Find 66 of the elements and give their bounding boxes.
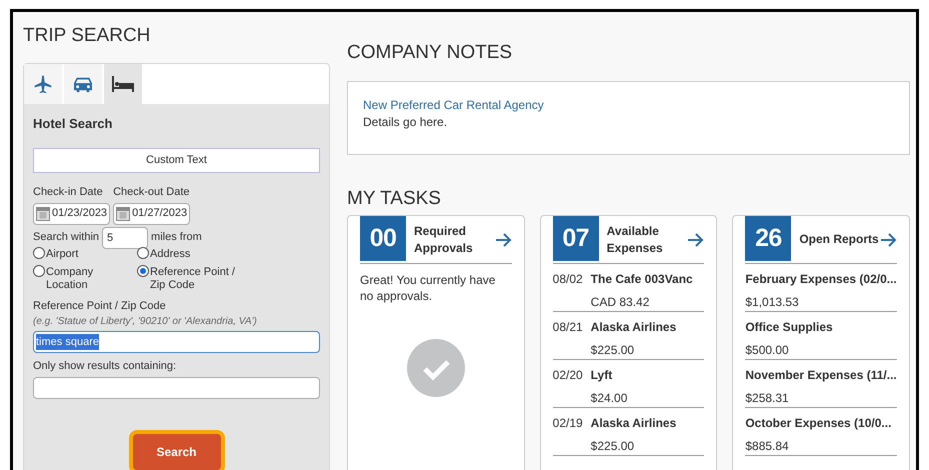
- item-amount: $500.00: [745, 342, 790, 359]
- item-name[interactable]: Alaska Airlines: [590, 412, 676, 435]
- section-title: COMPANY NOTES: [347, 41, 514, 63]
- radio-label: Address: [150, 248, 192, 260]
- field-label: Reference Point / Zip Code: [33, 298, 167, 314]
- filter-input[interactable]: [33, 376, 320, 398]
- card-title[interactable]: Available Expenses: [606, 222, 688, 256]
- expense-date: 02/19: [552, 415, 584, 432]
- check-icon: [406, 339, 465, 397]
- item-name[interactable]: Alaska Airlines: [590, 316, 676, 339]
- arrow-icon[interactable]: [494, 232, 512, 246]
- item-name[interactable]: November Expenses (11/...: [745, 364, 897, 387]
- arrow-icon[interactable]: [880, 232, 898, 246]
- item-amount: $225.00: [590, 438, 636, 455]
- count-badge: 07: [552, 216, 599, 261]
- item-name[interactable]: The Cafe 003Vanc: [590, 268, 693, 291]
- miles-input[interactable]: 5: [102, 226, 148, 248]
- expense-date: 08/21: [552, 319, 584, 336]
- field-label: Search within: [33, 230, 100, 246]
- radio-label: Reference Point / Zip Code: [150, 266, 236, 292]
- section-title: TRIP SEARCH: [23, 24, 152, 48]
- tab[interactable]: [104, 64, 142, 104]
- expense-date: 08/02: [552, 271, 584, 288]
- empty-message: Great! You currently have no approvals.: [360, 272, 496, 304]
- form-heading: Hotel Search: [33, 115, 114, 133]
- custom-text-banner: Custom Text: [33, 148, 320, 173]
- item-name[interactable]: Lyft: [590, 364, 628, 387]
- field-label: Only show results containing:: [33, 359, 178, 374]
- item-amount: $1,013.53: [745, 294, 800, 311]
- card-title[interactable]: Open Reports: [799, 231, 880, 248]
- calendar-icon: [116, 206, 130, 220]
- bed-icon: [111, 75, 135, 93]
- section-title: MY TASKS: [347, 187, 442, 209]
- note-link[interactable]: New Preferred Car Rental Agency: [363, 97, 544, 114]
- item-name[interactable]: February Expenses (02/0...: [745, 268, 897, 291]
- card-title[interactable]: Required Approvals: [414, 222, 495, 256]
- date-field[interactable]: 01/27/2023: [113, 202, 190, 224]
- item-amount: $885.84: [745, 438, 790, 455]
- arrow-icon[interactable]: [687, 232, 704, 246]
- search-button[interactable]: Search: [128, 430, 224, 470]
- item-amount: $258.31: [745, 390, 790, 407]
- tab[interactable]: [24, 64, 62, 104]
- field-label: Check-in Date: [33, 185, 104, 200]
- date-field[interactable]: 01/23/2023: [33, 202, 110, 224]
- field-label: miles from: [151, 230, 202, 246]
- reference-input[interactable]: times square: [33, 331, 320, 353]
- plane-icon: [33, 74, 53, 94]
- item-name[interactable]: Office Supplies: [745, 316, 833, 339]
- radio-button[interactable]: [33, 264, 45, 276]
- car-icon: [72, 75, 94, 93]
- radio-label: Company Location: [46, 266, 94, 292]
- item-amount: CAD 83.42: [590, 294, 650, 311]
- count-badge: 26: [745, 216, 792, 261]
- field-label: Check-out Date: [113, 185, 190, 200]
- item-amount: $24.00: [590, 390, 628, 407]
- note-text: Details go here.: [363, 114, 448, 131]
- radio-button[interactable]: [33, 246, 45, 258]
- radio-label: Airport: [46, 248, 80, 260]
- tab[interactable]: [64, 64, 102, 104]
- expense-date: 02/20: [552, 367, 584, 384]
- item-amount: $225.00: [590, 342, 636, 359]
- calendar-icon: [36, 206, 50, 220]
- count-badge: 00: [360, 216, 406, 261]
- radio-button[interactable]: [137, 264, 149, 276]
- field-hint: (e.g. 'Statue of Liberty', '90210' or 'Alexandria, VA'): [33, 315, 258, 329]
- item-name[interactable]: October Expenses (10/0...: [745, 412, 892, 435]
